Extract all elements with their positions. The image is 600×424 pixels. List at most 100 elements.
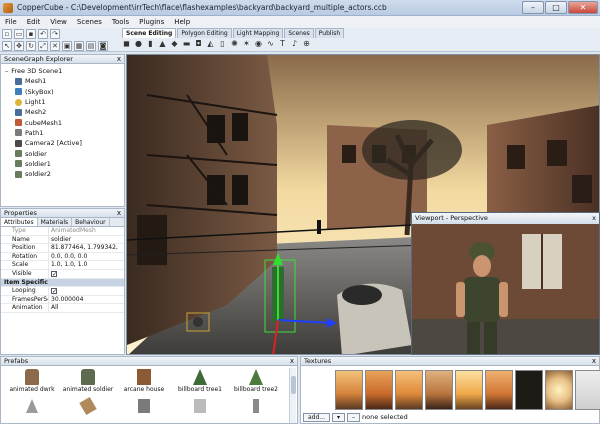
tab-behaviour[interactable]: Behaviour [72,218,110,226]
property-row-looping[interactable]: Looping ✓ [1,287,124,296]
texture-thumbnail[interactable] [425,370,453,410]
texture-thumbnail[interactable] [545,370,573,410]
menu-view[interactable]: View [45,16,72,28]
prefab-item[interactable]: billboard tree1 [172,368,228,398]
tree-item-root[interactable]: – Free 3D Scene1 [3,66,122,76]
looping-checkbox[interactable]: ✓ [51,288,57,295]
texture-thumbnail[interactable] [395,370,423,410]
property-row-name[interactable]: Name soldier [1,235,124,245]
properties-close-icon[interactable]: x [117,209,121,217]
tab-materials[interactable]: Materials [38,218,73,226]
viewport-one-icon[interactable]: ▣ [62,41,72,51]
scenegraph-close-icon[interactable]: x [117,55,121,63]
close-button[interactable]: ✕ [568,1,598,14]
texture-thumbnail[interactable] [515,370,543,410]
scale-field[interactable]: 1.0, 1.0, 1.0 [49,261,124,269]
tab-polygon-editing[interactable]: Polygon Editing [177,28,232,38]
texture-thumbnail[interactable] [455,370,483,410]
move-tool-icon[interactable]: ✥ [14,41,24,51]
delete-icon[interactable]: ✕ [50,41,60,51]
tab-light-mapping[interactable]: Light Mapping [232,28,284,38]
prefabs-scrollbar[interactable] [289,368,296,423]
visible-checkbox[interactable]: ✓ [51,270,57,277]
tree-item[interactable]: soldier2 [3,169,122,179]
tree-item[interactable]: Path1 [3,128,122,138]
particle-icon[interactable]: ✶ [242,39,251,48]
tree-item[interactable]: soldier1 [3,159,122,169]
perspective-viewport[interactable]: Viewport - Perspective x [411,212,600,355]
prefab-item[interactable]: arcane house [116,368,172,398]
tree-item[interactable]: Mesh2 [3,107,122,117]
menu-plugins[interactable]: Plugins [134,16,169,28]
texture-thumbnail[interactable] [335,370,363,410]
textures-close-icon[interactable]: x [592,357,596,365]
text-icon[interactable]: T [278,39,287,48]
billboard-icon[interactable]: ▯ [218,39,227,48]
scrollbar-thumb[interactable] [291,376,296,394]
save-icon[interactable]: ▪ [26,29,36,39]
property-row-fps[interactable]: FramesPerSecond30.000004 [1,295,124,305]
scale-tool-icon[interactable]: ⤢ [38,41,48,51]
cube-icon[interactable]: ◼ [122,39,131,48]
animation-field[interactable]: All [49,304,124,312]
camera-icon[interactable]: ◙ [98,41,108,51]
camera-node-icon[interactable] [193,317,203,327]
light-icon[interactable]: ✺ [230,39,239,48]
texture-thumbnail[interactable] [485,370,513,410]
texture-thumbnail[interactable] [575,370,600,410]
undo-icon[interactable]: ↶ [38,29,48,39]
water-icon[interactable]: ◆ [170,39,179,48]
tree-item[interactable]: (SkyBox) [3,87,122,97]
menu-file[interactable]: File [0,16,22,28]
sound-icon[interactable]: ♪ [290,39,299,48]
tab-scene-editing[interactable]: Scene Editing [122,28,177,38]
prefab-item[interactable] [116,398,172,424]
menu-scenes[interactable]: Scenes [72,16,107,28]
minimize-button[interactable]: – [522,1,544,14]
plane-icon[interactable]: ▬ [182,39,191,48]
prefab-item[interactable]: billboard tree2 [228,368,284,398]
skybox-icon[interactable]: ◘ [194,39,203,48]
tree-item[interactable]: soldier [3,148,122,158]
property-row-scale[interactable]: Scale 1.0, 1.0, 1.0 [1,261,124,270]
fps-field[interactable]: 30.000004 [49,296,124,304]
dropdown-icon[interactable]: ▾ [332,412,346,422]
menu-tools[interactable]: Tools [107,16,134,28]
menu-help[interactable]: Help [169,16,195,28]
position-field[interactable]: 81.877464, 1.799342, [49,244,124,252]
property-row-animation[interactable]: Animation All [1,304,124,313]
open-folder-icon[interactable]: ▭ [14,29,24,39]
prefabs-close-icon[interactable]: x [290,357,294,365]
prefab-item[interactable] [172,398,228,424]
property-row-visible[interactable]: Visible ✓ [1,269,124,279]
property-row-rotation[interactable]: Rotation 0.0, 0.0, 0.0 [1,252,124,262]
tree-item[interactable]: Mesh1 [3,76,122,86]
redo-icon[interactable]: ↷ [50,29,60,39]
cone-icon[interactable]: ▲ [158,39,167,48]
path-icon[interactable]: ∿ [266,39,275,48]
menu-edit[interactable]: Edit [22,16,46,28]
tree-item[interactable]: cubeMesh1 [3,117,122,127]
viewport-four-icon[interactable]: ▦ [74,41,84,51]
remove-icon[interactable]: – [347,412,361,422]
texture-thumbnail[interactable] [365,370,393,410]
prefab-item[interactable]: animated dwrk [4,368,60,398]
cylinder-icon[interactable]: ▮ [146,39,155,48]
prefab-item[interactable] [60,396,116,424]
rotate-tool-icon[interactable]: ↻ [26,41,36,51]
perspective-close-icon[interactable]: x [592,213,596,224]
tree-item[interactable]: Camera2 [Active] [3,138,122,148]
terrain-icon[interactable]: ◭ [206,39,215,48]
tab-publish[interactable]: Publish [314,28,345,38]
property-row-position[interactable]: Position 81.877464, 1.799342, [1,244,124,253]
add-texture-button[interactable]: add... [303,412,331,422]
sphere-icon[interactable]: ● [134,39,143,48]
new-file-icon[interactable]: ▫ [2,29,12,39]
name-field[interactable]: soldier [49,236,124,244]
tab-scenes[interactable]: Scenes [284,28,314,38]
prefab-item[interactable] [4,398,60,424]
select-arrow-icon[interactable]: ↖ [2,41,12,51]
tab-attributes[interactable]: Attributes [1,218,38,226]
maximize-button[interactable]: □ [545,1,567,14]
hotspot-icon[interactable]: ⊕ [302,39,311,48]
